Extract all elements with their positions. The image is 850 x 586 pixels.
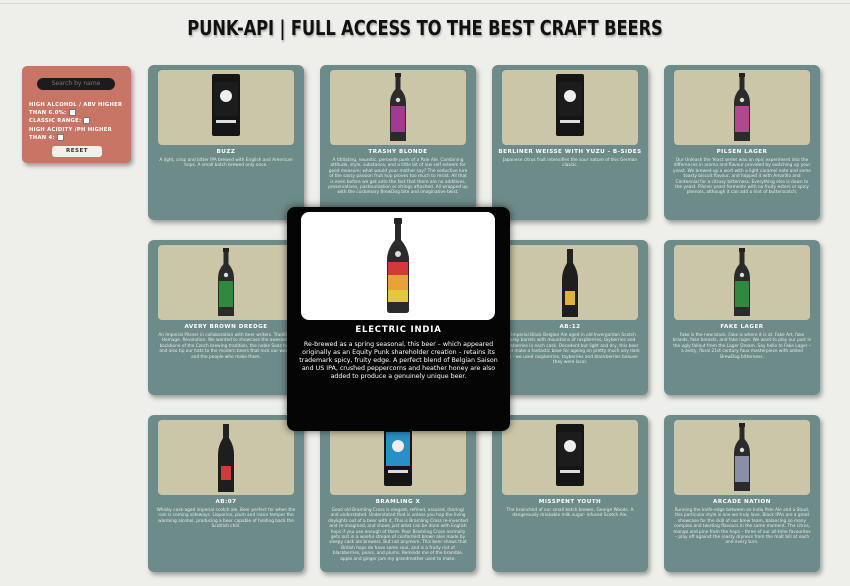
beer-name: BERLINER WEISSE WITH YUZU - B-SIDES [498, 149, 642, 155]
beer-name: BRAMLING X [375, 499, 421, 505]
high-acidity-checkbox[interactable] [56, 134, 64, 141]
beer-image [158, 70, 294, 145]
high-alcohol-filter[interactable]: HIGH ALCOHOL / ABV HIGHER THAN 6.0%: [29, 101, 129, 117]
beer-image [158, 420, 294, 495]
reset-button[interactable]: RESET [52, 146, 102, 157]
high-acidity-label: HIGH ACIDITY /PH HIGHER THAN 4: [29, 127, 112, 141]
beer-image [674, 70, 810, 145]
beer-card[interactable]: ARCADE NATION Running the knife-edge betw… [664, 415, 820, 572]
beer-image [502, 70, 638, 145]
beer-image [330, 70, 466, 145]
beer-description: A light, crisp and bitter IPA brewed wit… [159, 158, 293, 169]
modal-bottle-icon [387, 218, 409, 313]
beer-description: An Imperial Pilsner in collaboration wit… [158, 333, 294, 360]
classic-range-filter[interactable]: CLASSIC RANGE: [29, 117, 129, 125]
beer-description: Japanese citrus fruit intensifies the so… [502, 158, 638, 169]
beer-name: AB:07 [215, 499, 237, 505]
classic-range-checkbox[interactable] [83, 117, 91, 124]
beer-can-icon [556, 74, 584, 136]
beer-description: Whisky cask-aged imperial scotch ale. Be… [156, 508, 296, 530]
beer-card[interactable]: MISSPENT YOUTH The brainchild of our smal… [492, 415, 648, 572]
beer-name: PILSEN LAGER [716, 149, 768, 155]
beer-name: AB:12 [559, 324, 581, 330]
classic-range-label: CLASSIC RANGE: [29, 118, 82, 124]
beer-image [158, 245, 294, 320]
beer-card[interactable]: FAKE LAGER Fake is the new black. Fake is… [664, 240, 820, 395]
beer-image [674, 245, 810, 320]
filter-panel: HIGH ALCOHOL / ABV HIGHER THAN 6.0%: CLA… [22, 66, 131, 163]
beer-bottle-icon [734, 248, 750, 316]
modal-image [301, 212, 495, 320]
beer-name: MISSPENT YOUTH [538, 499, 602, 505]
beer-detail-modal[interactable]: ELECTRIC INDIA Re-brewed as a spring sea… [287, 207, 510, 431]
beer-description: Running the knife-edge between an India … [673, 508, 811, 546]
beer-card[interactable]: TRASHY BLONDE A titillating, neurotic, pe… [320, 65, 476, 220]
beer-description: An Imperial Black Belgian Ale aged in ol… [500, 333, 640, 366]
beer-bottle-icon [734, 73, 750, 141]
beer-card[interactable]: AB:07 Whisky cask-aged imperial scotch al… [148, 415, 304, 572]
page-title: PUNK-API | FULL ACCESS TO THE BEST CRAFT… [187, 16, 663, 40]
beer-description: A titillating, neurotic, peroxide punk o… [328, 158, 468, 196]
search-input[interactable] [37, 78, 115, 90]
beer-can-icon [556, 424, 584, 486]
beer-description: Fake is the new black. Fake is where it … [672, 333, 812, 360]
beer-name: TRASHY BLONDE [368, 149, 428, 155]
beer-image [502, 245, 638, 320]
beer-image [674, 420, 810, 495]
top-divider [0, 3, 850, 4]
beer-card[interactable]: BERLINER WEISSE WITH YUZU - B-SIDES Japan… [492, 65, 648, 220]
beer-card[interactable]: AB:12 An Imperial Black Belgian Ale aged … [492, 240, 648, 395]
beer-can-icon [212, 74, 240, 136]
beer-card[interactable]: PILSEN LAGER Our Unleash the Yeast series… [664, 65, 820, 220]
beer-card[interactable]: AVERY BROWN DREDGE An Imperial Pilsner in… [148, 240, 304, 395]
high-alcohol-checkbox[interactable] [68, 109, 76, 116]
beer-description: Good old Bramling Cross is elegant, refi… [328, 508, 468, 562]
high-alcohol-label: HIGH ALCOHOL / ABV HIGHER THAN 6.0%: [29, 102, 123, 116]
beer-image [330, 420, 466, 495]
beer-name: AVERY BROWN DREDGE [184, 324, 268, 330]
beer-name: BUZZ [216, 149, 236, 155]
beer-description: The brainchild of our small batch brewer… [506, 508, 634, 519]
beer-bottle-icon [218, 424, 234, 492]
beer-card[interactable]: BRAMLING X Good old Bramling Cross is ele… [320, 415, 476, 572]
high-acidity-filter[interactable]: HIGH ACIDITY /PH HIGHER THAN 4: [29, 126, 129, 142]
beer-bottle-icon [390, 73, 406, 141]
beer-can-icon [384, 424, 412, 486]
modal-beer-name: ELECTRIC INDIA [355, 325, 442, 335]
beer-description: Our Unleash the Yeast series was an epic… [673, 158, 811, 196]
beer-image [502, 420, 638, 495]
beer-name: ARCADE NATION [713, 499, 771, 505]
beer-bottle-icon [734, 423, 750, 491]
beer-name: FAKE LAGER [720, 324, 764, 330]
beer-bottle-icon [562, 249, 578, 317]
modal-beer-description: Re-brewed as a spring seasonal, this bee… [299, 341, 498, 380]
beer-bottle-icon [218, 248, 234, 316]
beer-card[interactable]: BUZZ A light, crisp and bitter IPA brewed… [148, 65, 304, 220]
